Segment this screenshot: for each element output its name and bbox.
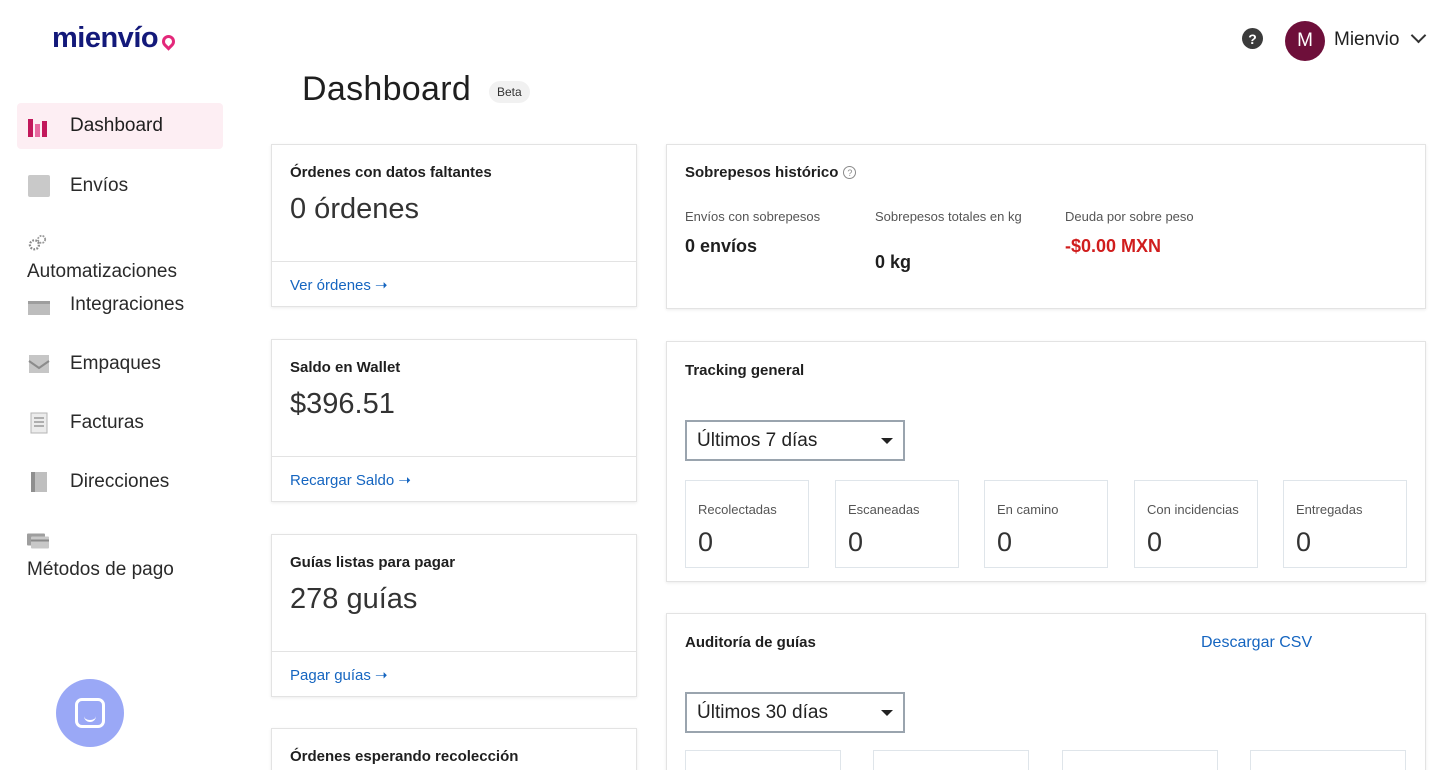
stat-label: Escaneadas	[848, 502, 920, 517]
audit-card: Auditoría de guías Descargar CSV Últimos…	[666, 613, 1426, 770]
select-value: Últimos 7 días	[697, 429, 818, 451]
stat-label: Entregadas	[1296, 502, 1363, 517]
caret-down-icon	[881, 709, 893, 716]
stat-label: En camino	[997, 502, 1059, 517]
card-divider	[272, 651, 636, 652]
beta-badge: Beta	[489, 81, 530, 103]
card-title: Guías listas para pagar	[290, 554, 456, 571]
overweight-card: Sobrepesos histórico ? Envíos con sobrep…	[666, 144, 1426, 309]
metric-label: Deuda por sobre peso	[1065, 209, 1194, 224]
page-title: Dashboard	[302, 70, 472, 108]
missing-data-card: Órdenes con datos faltantes 0 órdenes Ve…	[271, 144, 637, 307]
sidebar-item-dashboard[interactable]: Dashboard	[17, 103, 223, 149]
avatar[interactable]: M	[1285, 21, 1325, 61]
plug-icon	[28, 301, 50, 315]
sidebar-item-label: Empaques	[70, 353, 161, 374]
audit-stat-box	[685, 750, 841, 770]
sidebar-item-integraciones[interactable]: Integraciones	[17, 290, 223, 320]
sidebar-item-envios[interactable]: Envíos	[17, 171, 223, 201]
bar-chart-icon	[28, 115, 50, 137]
stat-value: 0	[1296, 527, 1312, 557]
card-title: Auditoría de guías	[685, 634, 816, 651]
invoice-icon	[30, 412, 48, 434]
sidebar-item-label: Dashboard	[70, 115, 163, 136]
card-divider	[272, 261, 636, 262]
stat-value: 0	[698, 527, 714, 557]
tracking-card: Tracking general Últimos 7 días Recolect…	[666, 341, 1426, 582]
card-title: Órdenes esperando recolección	[290, 748, 519, 765]
info-icon[interactable]: ?	[843, 166, 857, 179]
card-title: Tracking general	[685, 362, 805, 379]
caret-down-icon	[881, 437, 893, 444]
sidebar-item-direcciones[interactable]: Direcciones	[17, 467, 223, 497]
sidebar-item-label: Integraciones	[70, 294, 185, 315]
sidebar-item-label: Métodos de pago	[27, 559, 174, 580]
brand-logo[interactable]: mienvío	[52, 22, 178, 55]
card-value: 0 órdenes	[290, 193, 419, 225]
chevron-down-icon[interactable]	[1410, 27, 1427, 44]
metric-label: Envíos con sobrepesos	[685, 209, 821, 224]
audit-stat-box	[1062, 750, 1218, 770]
audit-period-select[interactable]: Últimos 30 días	[685, 692, 905, 733]
credit-card-icon	[27, 533, 49, 549]
brand-name: mienvío	[52, 22, 159, 54]
metric-value: 0 envíos	[685, 236, 758, 256]
help-icon[interactable]: ?	[1242, 28, 1263, 49]
stat-label: Recolectadas	[698, 502, 777, 517]
stat-scanned: Escaneadas 0	[835, 480, 959, 568]
overweight-title: Sobrepesos histórico	[685, 164, 839, 181]
metric-label: Sobrepesos totales en kg	[875, 209, 1022, 224]
user-menu-name[interactable]: Mienvio	[1334, 29, 1399, 51]
card-title: Saldo en Wallet	[290, 359, 401, 376]
gears-icon	[28, 234, 47, 251]
stat-collected: Recolectadas 0	[685, 480, 809, 568]
sidebar-item-metodos-pago[interactable]: Métodos de pago	[27, 532, 174, 581]
sidebar-item-label: Facturas	[70, 412, 144, 433]
stat-value: 0	[848, 527, 864, 557]
tracking-period-select[interactable]: Últimos 7 días	[685, 420, 905, 461]
wallet-card: Saldo en Wallet $396.51 Recargar Saldo ➝	[271, 339, 637, 502]
chat-launcher-button[interactable]	[56, 679, 124, 747]
audit-stat-box	[873, 750, 1029, 770]
card-divider	[272, 456, 636, 457]
address-book-icon	[31, 472, 47, 492]
sidebar-item-label: Envíos	[70, 175, 129, 196]
location-pin-icon	[159, 32, 178, 51]
labels-ready-card: Guías listas para pagar 278 guías Pagar …	[271, 534, 637, 697]
overweight-debt-value: -$0.00 MXN	[1065, 236, 1162, 256]
card-value: 278 guías	[290, 583, 418, 615]
recharge-balance-link[interactable]: Recargar Saldo ➝	[290, 471, 411, 489]
stat-delivered: Entregadas 0	[1283, 480, 1407, 568]
select-value: Últimos 30 días	[697, 701, 828, 723]
pay-labels-link[interactable]: Pagar guías ➝	[290, 666, 388, 684]
download-csv-link[interactable]: Descargar CSV	[1201, 634, 1312, 652]
sidebar-item-automatizaciones[interactable]: Automatizaciones	[27, 234, 177, 283]
wallet-balance: $396.51	[290, 388, 395, 420]
card-title: Órdenes con datos faltantes	[290, 164, 492, 181]
package-icon	[28, 175, 50, 197]
pickup-card: Órdenes esperando recolección	[271, 728, 637, 770]
stat-in-transit: En camino 0	[984, 480, 1108, 568]
box-icon	[28, 355, 50, 373]
metric-value: 0 kg	[875, 252, 912, 272]
stat-value: 0	[1147, 527, 1163, 557]
chat-icon	[75, 698, 105, 728]
sidebar-item-empaques[interactable]: Empaques	[17, 349, 223, 379]
stat-value: 0	[997, 527, 1013, 557]
sidebar-item-label: Automatizaciones	[27, 261, 177, 282]
view-orders-link[interactable]: Ver órdenes ➝	[290, 276, 388, 294]
stat-incidents: Con incidencias 0	[1134, 480, 1258, 568]
audit-stat-box	[1250, 750, 1406, 770]
stat-label: Con incidencias	[1147, 502, 1239, 517]
card-title: Sobrepesos histórico ?	[685, 164, 857, 181]
sidebar-item-facturas[interactable]: Facturas	[17, 408, 223, 438]
sidebar-item-label: Direcciones	[70, 471, 170, 492]
